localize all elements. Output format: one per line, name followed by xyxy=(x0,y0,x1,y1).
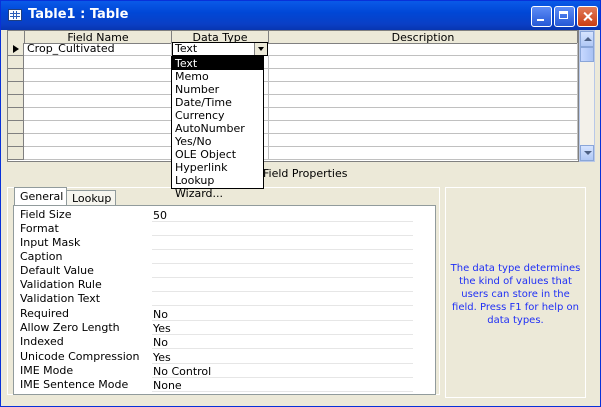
property-value[interactable]: None xyxy=(152,379,413,392)
table-row[interactable] xyxy=(8,82,578,95)
field-name-cell[interactable] xyxy=(25,69,172,82)
table-row[interactable] xyxy=(8,108,578,121)
close-button[interactable] xyxy=(577,6,598,27)
property-value[interactable]: No xyxy=(152,336,413,349)
table-row[interactable] xyxy=(8,134,578,147)
table-row[interactable] xyxy=(8,147,578,160)
field-grid: Field Name Data Type Description Crop_Cu… xyxy=(7,30,579,162)
description-cell[interactable] xyxy=(269,56,578,69)
property-value[interactable] xyxy=(152,251,413,264)
vertical-scrollbar[interactable] xyxy=(579,30,595,162)
table-row[interactable] xyxy=(8,69,578,82)
table-row[interactable] xyxy=(8,121,578,134)
row-selector[interactable] xyxy=(8,121,24,134)
maximize-icon xyxy=(555,7,574,26)
property-label: Field Size xyxy=(20,208,72,221)
row-selector[interactable] xyxy=(8,82,24,95)
description-cell[interactable] xyxy=(269,108,578,121)
field-properties-title: Field Properties xyxy=(263,167,348,180)
property-value[interactable]: Yes xyxy=(152,322,413,335)
description-cell[interactable] xyxy=(269,82,578,95)
row-selector[interactable] xyxy=(8,134,24,147)
dropdown-option-text[interactable]: Text xyxy=(172,57,263,70)
dropdown-option-ole-object[interactable]: OLE Object xyxy=(172,148,263,161)
dropdown-option-hyperlink[interactable]: Hyperlink xyxy=(172,161,263,174)
description-cell[interactable] xyxy=(269,121,578,134)
dropdown-option-currency[interactable]: Currency xyxy=(172,109,263,122)
property-value[interactable]: Yes xyxy=(152,351,413,364)
row-selector[interactable] xyxy=(8,56,24,69)
tab-lookup[interactable]: Lookup xyxy=(66,190,116,205)
property-value[interactable]: No xyxy=(152,308,413,321)
description-cell[interactable] xyxy=(269,147,578,160)
property-label: Unicode Compression xyxy=(20,350,140,363)
field-name-cell[interactable] xyxy=(25,82,172,95)
property-label: Input Mask xyxy=(20,236,81,249)
row-selector[interactable] xyxy=(8,95,24,108)
field-name-cell[interactable] xyxy=(25,95,172,108)
property-label: Caption xyxy=(20,250,63,263)
table-row[interactable] xyxy=(8,56,578,69)
scroll-up-button[interactable] xyxy=(580,31,594,47)
row-selector[interactable] xyxy=(8,108,24,121)
field-name-cell[interactable]: Crop_Cultivated xyxy=(25,43,172,56)
minimize-button[interactable] xyxy=(531,6,552,27)
property-value[interactable] xyxy=(152,279,413,292)
close-icon xyxy=(578,7,597,26)
dropdown-arrow-icon[interactable] xyxy=(254,43,267,55)
description-cell[interactable] xyxy=(269,69,578,82)
property-label: IME Sentence Mode xyxy=(20,378,129,391)
scroll-down-button[interactable] xyxy=(580,145,594,161)
minimize-icon xyxy=(532,7,551,26)
field-name-cell[interactable] xyxy=(25,134,172,147)
field-name-cell[interactable] xyxy=(25,56,172,69)
window-title: Table1 : Table xyxy=(28,7,129,22)
dropdown-option-date-time[interactable]: Date/Time xyxy=(172,96,263,109)
row-selector[interactable] xyxy=(8,147,24,160)
dropdown-option-yes-no[interactable]: Yes/No xyxy=(172,135,263,148)
property-label: Format xyxy=(20,222,59,235)
property-value[interactable] xyxy=(152,237,413,250)
tab-general[interactable]: General xyxy=(14,187,67,205)
property-label: IME Mode xyxy=(20,364,74,377)
field-name-cell[interactable] xyxy=(25,108,172,121)
field-name-cell[interactable] xyxy=(25,121,172,134)
property-label: Indexed xyxy=(20,335,64,348)
table-icon xyxy=(8,9,22,21)
row-selector[interactable] xyxy=(8,69,24,82)
current-row-arrow-icon xyxy=(13,45,19,53)
property-value[interactable] xyxy=(152,223,413,236)
property-label: Default Value xyxy=(20,264,94,277)
property-label: Allow Zero Length xyxy=(20,321,120,334)
dropdown-option-autonumber[interactable]: AutoNumber xyxy=(172,122,263,135)
table-row[interactable] xyxy=(8,95,578,108)
help-panel: The data type determines the kind of val… xyxy=(445,187,586,398)
property-label: Validation Text xyxy=(20,292,101,305)
dropdown-option-number[interactable]: Number xyxy=(172,83,263,96)
property-value[interactable] xyxy=(152,293,413,306)
property-value[interactable]: 50 xyxy=(152,209,413,222)
data-type-value: Text xyxy=(175,42,198,55)
description-cell[interactable] xyxy=(269,95,578,108)
title-bar[interactable]: Table1 : Table xyxy=(1,1,600,30)
data-type-combobox[interactable]: Text xyxy=(172,42,268,56)
scroll-thumb[interactable] xyxy=(580,47,594,62)
property-value[interactable] xyxy=(152,265,413,278)
dropdown-option-lookup-wizard[interactable]: Lookup Wizard... xyxy=(172,174,263,200)
field-name-cell[interactable] xyxy=(25,147,172,160)
maximize-button[interactable] xyxy=(554,6,575,27)
description-cell[interactable] xyxy=(269,43,578,56)
row-selector[interactable] xyxy=(8,43,24,56)
description-cell[interactable] xyxy=(269,134,578,147)
help-text: The data type determines the kind of val… xyxy=(450,263,581,326)
table-design-window: Table1 : Table Field Name Data Type Desc… xyxy=(0,0,601,407)
data-type-dropdown-list[interactable]: Text Memo Number Date/Time Currency Auto… xyxy=(171,56,264,200)
table-row[interactable]: Crop_Cultivated xyxy=(8,43,578,56)
property-value[interactable]: No Control xyxy=(152,365,413,378)
dropdown-option-memo[interactable]: Memo xyxy=(172,70,263,83)
property-label: Validation Rule xyxy=(20,278,102,291)
property-label: Required xyxy=(20,307,69,320)
